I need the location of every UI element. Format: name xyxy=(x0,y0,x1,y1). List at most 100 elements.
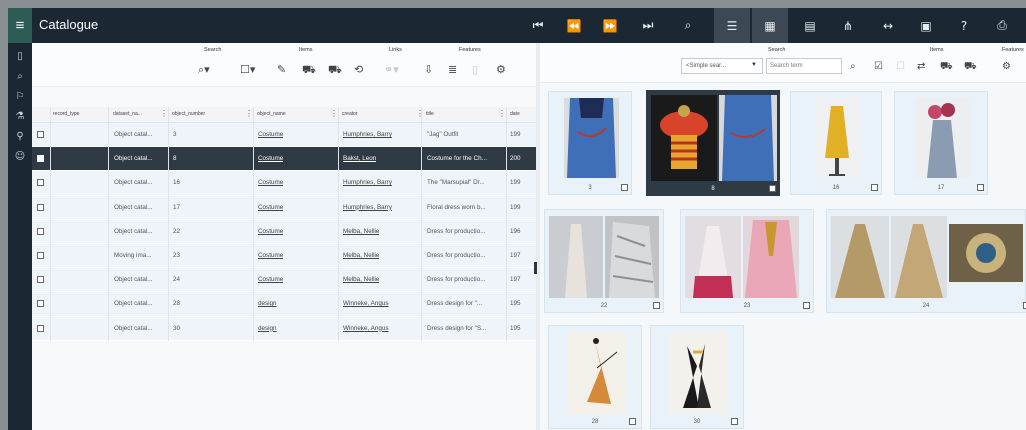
file-icon[interactable]: ▯ xyxy=(472,63,478,76)
cell-creator-link[interactable]: Melba, Nellie xyxy=(343,276,379,283)
cell-object-name-link[interactable]: Costume xyxy=(258,131,283,138)
card-checkbox[interactable] xyxy=(871,184,878,191)
column-header[interactable]: dataset_na... xyxy=(113,111,142,117)
cart-icon[interactable]: ⛟ xyxy=(302,63,316,78)
column-menu-icon[interactable]: ⋮ xyxy=(498,109,506,118)
card-checkbox[interactable] xyxy=(621,184,628,191)
flag-icon[interactable]: ⚐ xyxy=(8,91,32,109)
document-icon[interactable]: ▤ xyxy=(792,8,828,43)
column-menu-icon[interactable]: ⋮ xyxy=(330,109,338,118)
column-header[interactable]: date xyxy=(510,111,520,117)
column-menu-icon[interactable]: ⋮ xyxy=(160,109,168,118)
cell-creator-link[interactable]: Winneke, Angus xyxy=(343,300,389,307)
gallery-card[interactable]: 24 xyxy=(826,209,1026,313)
row-checkbox[interactable] xyxy=(37,203,44,211)
row-checkbox[interactable] xyxy=(37,179,44,187)
settings-icon[interactable]: ⚙ xyxy=(496,63,506,76)
settings-icon[interactable]: ⚙ xyxy=(1002,61,1011,72)
previous-record-icon[interactable]: ⏪ xyxy=(556,8,592,43)
cell-creator-link[interactable]: Humphries, Barry xyxy=(343,131,392,138)
row-checkbox[interactable] xyxy=(37,227,44,235)
user-icon[interactable]: ☺ xyxy=(8,151,32,169)
select-dropdown-icon[interactable]: ☐▾ xyxy=(240,63,255,76)
last-record-icon[interactable]: ⏭ xyxy=(630,8,666,43)
cell-object-name-link[interactable]: Costume xyxy=(258,204,283,211)
grid-view-icon[interactable]: ▦ xyxy=(752,8,788,43)
list-view-icon[interactable]: ☰ xyxy=(714,8,750,43)
column-header[interactable]: object_number xyxy=(172,111,205,117)
history-icon[interactable]: ⟲ xyxy=(354,63,363,76)
column-header[interactable]: record_type xyxy=(53,111,79,117)
column-menu-icon[interactable]: ⋮ xyxy=(416,109,424,118)
swap-icon[interactable]: ⇄ xyxy=(917,61,925,72)
cell-creator-link[interactable]: Winneke, Angus xyxy=(343,325,389,332)
link-icon[interactable]: ⚭▾ xyxy=(384,63,399,76)
splitter-grip[interactable] xyxy=(534,262,537,274)
gallery-card[interactable]: 16 xyxy=(790,91,882,195)
split-view-icon[interactable]: ↔ xyxy=(870,8,906,43)
filmstrip-icon[interactable]: ▣ xyxy=(908,8,944,43)
bulb-icon[interactable]: ⚲ xyxy=(8,131,32,149)
cell-object-name-link[interactable]: Costume xyxy=(258,155,283,162)
column-header[interactable]: object_name xyxy=(257,111,286,117)
select-icon[interactable]: ☑ xyxy=(874,61,883,72)
cell-object-name-link[interactable]: design xyxy=(258,325,277,332)
checkbox-icon[interactable]: ☐ xyxy=(896,61,905,72)
gallery-card[interactable]: 23 xyxy=(680,209,814,313)
help-icon[interactable]: ? xyxy=(946,8,982,43)
first-record-icon[interactable]: ⏮ xyxy=(520,8,556,43)
card-checkbox[interactable] xyxy=(731,418,738,425)
cell-creator-link[interactable]: Humphries, Barry xyxy=(343,179,392,186)
page-icon[interactable]: ▯ xyxy=(8,51,32,69)
search-icon[interactable]: ⌕ xyxy=(850,61,856,72)
gallery-card[interactable]: 30 xyxy=(650,325,744,429)
row-checkbox[interactable] xyxy=(37,131,44,138)
print-icon[interactable]: ⎙ xyxy=(984,8,1020,43)
card-checkbox[interactable] xyxy=(653,302,660,309)
card-checkbox[interactable] xyxy=(977,184,984,191)
gallery-card[interactable]: 28 xyxy=(548,325,642,429)
gallery-card[interactable]: 3 xyxy=(548,91,632,195)
row-checkbox[interactable] xyxy=(37,300,44,308)
edit-icon[interactable]: ✎ xyxy=(277,63,286,76)
search-input[interactable]: Search term xyxy=(766,58,842,74)
column-header[interactable]: title xyxy=(426,111,434,117)
gallery-card[interactable]: 22 xyxy=(544,209,664,313)
hamburger-icon[interactable]: ≡ xyxy=(8,8,32,43)
cell-creator-link[interactable]: Bakst, Leon xyxy=(343,155,376,162)
row-checkbox[interactable] xyxy=(37,276,44,284)
row-checkbox[interactable] xyxy=(37,324,44,332)
cell-object-name-link[interactable]: Costume xyxy=(258,179,283,186)
card-checkbox[interactable] xyxy=(769,185,776,192)
row-checkbox[interactable] xyxy=(37,155,44,163)
search-mode-select[interactable]: <Simple sear... ▼ xyxy=(681,58,763,74)
import-icon[interactable]: ⇩ xyxy=(424,63,433,76)
cell-object-name-link[interactable]: Costume xyxy=(258,228,283,235)
hierarchy-icon[interactable]: ⋔ xyxy=(830,8,866,43)
card-checkbox[interactable] xyxy=(629,418,636,425)
card-checkbox[interactable] xyxy=(803,302,810,309)
cart-remove-icon[interactable]: ⛟ xyxy=(964,61,977,74)
cell-creator-link[interactable]: Humphries, Barry xyxy=(343,204,392,211)
cell-creator-link[interactable]: Melba, Nellie xyxy=(343,228,379,235)
gallery-card[interactable]: 17 xyxy=(894,91,988,195)
items-group-label: Items xyxy=(299,47,313,53)
column-menu-icon[interactable]: ⋮ xyxy=(245,109,253,118)
column-header[interactable]: creator xyxy=(342,111,358,117)
cell-object-name-link[interactable]: Costume xyxy=(258,276,283,283)
search-icon[interactable]: ⌕ xyxy=(670,8,706,43)
next-record-icon[interactable]: ⏩ xyxy=(592,8,628,43)
cell-object-name-link[interactable]: Costume xyxy=(258,252,283,259)
row-checkbox[interactable] xyxy=(37,251,44,259)
cart-remove-icon[interactable]: ⛟ xyxy=(328,63,342,78)
cell-creator-link[interactable]: Melba, Nellie xyxy=(343,252,379,259)
search-icon[interactable]: ⌕ xyxy=(8,71,32,89)
list-toolbar: Search Items Links Features ⌕▾ ☐▾ ✎ ⛟ ⛟ … xyxy=(32,43,536,87)
cell-dataset: Object catal... xyxy=(114,276,153,284)
gallery-card[interactable]: 8 xyxy=(646,90,780,196)
list-settings-icon[interactable]: ≣ xyxy=(448,63,457,76)
cart-icon[interactable]: ⛟ xyxy=(940,61,953,74)
search-dropdown-icon[interactable]: ⌕▾ xyxy=(198,63,210,77)
cell-object-name-link[interactable]: design xyxy=(258,300,277,307)
flask-icon[interactable]: ⚗ xyxy=(8,111,32,129)
